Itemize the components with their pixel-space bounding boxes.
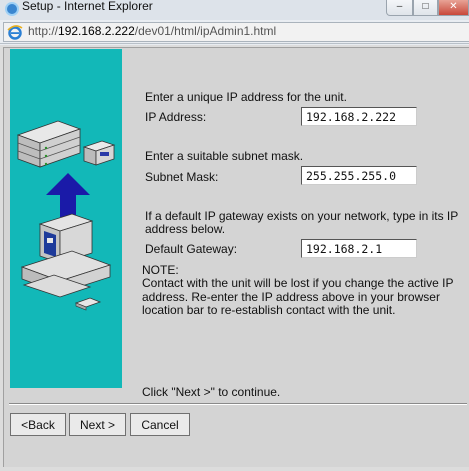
network-device-icon — [82, 140, 116, 166]
setup-wizard: Enter a unique IP address for the unit. … — [3, 47, 469, 467]
subnet-instruction: Enter a suitable subnet mask. — [145, 149, 304, 163]
cancel-button[interactable]: Cancel — [130, 413, 190, 436]
default-gateway-input[interactable]: 192.168.2.1 — [301, 239, 417, 258]
gateway-instruction: If a default IP gateway exists on your n… — [145, 209, 459, 223]
note-title: NOTE: — [142, 263, 179, 277]
ip-address-input[interactable]: 192.168.2.222 — [301, 107, 417, 126]
gateway-instruction-cont: address below. — [145, 222, 226, 236]
minimize-button[interactable]: – — [386, 0, 413, 16]
page-content: Enter a unique IP address for the unit. … — [0, 45, 469, 471]
note-body: Contact with the unit will be lost if yo… — [142, 276, 454, 317]
subnet-mask-input[interactable]: 255.255.255.0 — [301, 166, 417, 185]
wizard-side-panel — [10, 49, 122, 388]
window-titlebar: Setup - Internet Explorer – □ ✕ — [0, 0, 469, 20]
maximize-button[interactable]: □ — [413, 0, 438, 16]
up-arrow-icon — [46, 173, 90, 217]
network-devices-illustration — [16, 120, 116, 311]
close-button[interactable]: ✕ — [438, 0, 469, 16]
default-gateway-label: Default Gateway: — [145, 242, 238, 256]
internet-explorer-page-icon — [7, 25, 23, 40]
ip-instruction: Enter a unique IP address for the unit. — [145, 90, 347, 104]
continue-hint: Click "Next >" to continue. — [142, 385, 281, 399]
server-rack-icon — [16, 120, 82, 168]
next-button[interactable]: Next > — [69, 413, 126, 436]
back-button[interactable]: <Back — [10, 413, 66, 436]
separator — [9, 403, 467, 405]
ip-address-label: IP Address: — [145, 110, 207, 124]
window-title: Setup - Internet Explorer — [22, 0, 153, 13]
computer-icon — [20, 213, 112, 311]
subnet-mask-label: Subnet Mask: — [145, 170, 219, 184]
internet-explorer-icon — [5, 2, 19, 16]
address-bar: http://192.168.2.222/dev01/html/ipAdmin1… — [0, 20, 469, 44]
url-field[interactable]: http://192.168.2.222/dev01/html/ipAdmin1… — [3, 22, 469, 42]
url-text: http://192.168.2.222/dev01/html/ipAdmin1… — [28, 24, 277, 38]
